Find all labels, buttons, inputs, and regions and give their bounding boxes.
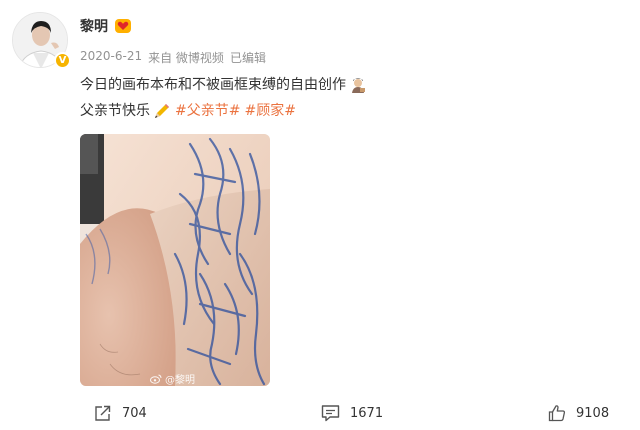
post-text-line2: 父亲节快乐 bbox=[80, 103, 150, 119]
like-button[interactable]: 9108 bbox=[548, 400, 609, 426]
hashtag-fathers-day[interactable]: #父亲节# bbox=[175, 98, 240, 124]
pencil-emoji-icon bbox=[155, 104, 169, 118]
photo-image bbox=[80, 134, 270, 386]
photo-watermark: @黎明 bbox=[150, 371, 195, 386]
watermark-text: @黎明 bbox=[165, 375, 195, 386]
post-meta: 2020-6-21 来自 微博视频 已编辑 bbox=[80, 49, 266, 66]
post-header: 黎明 bbox=[80, 15, 132, 37]
vip-heart-icon[interactable] bbox=[114, 18, 132, 34]
artist-emoji-icon bbox=[349, 76, 367, 94]
post-line-2: 父亲节快乐 #父亲节# #顾家# bbox=[80, 98, 367, 124]
action-bar: 704 1671 9108 bbox=[0, 400, 640, 430]
post-photo[interactable]: @黎明 bbox=[80, 134, 270, 386]
edited-label[interactable]: 已编辑 bbox=[230, 49, 266, 66]
hashtag-family[interactable]: #顾家# bbox=[244, 98, 295, 124]
weibo-logo-icon bbox=[150, 374, 162, 384]
comment-bubble-icon bbox=[321, 405, 340, 422]
share-arrow-icon bbox=[95, 405, 111, 421]
repost-button[interactable]: 704 bbox=[94, 400, 147, 426]
thumbs-up-icon bbox=[548, 405, 566, 422]
repost-count: 704 bbox=[122, 405, 147, 421]
post-date[interactable]: 2020-6-21 bbox=[80, 49, 142, 66]
post-body: 今日的画布本布和不被画框束缚的自由创作 父亲节快乐 #父亲节# #顾家# bbox=[80, 72, 367, 124]
post-source[interactable]: 来自 微博视频 bbox=[148, 49, 224, 66]
comment-count: 1671 bbox=[350, 405, 384, 421]
post-text-line1: 今日的画布本布和不被画框束缚的自由创作 bbox=[80, 77, 346, 93]
avatar-container[interactable]: V bbox=[12, 12, 71, 70]
comment-button[interactable]: 1671 bbox=[321, 400, 383, 426]
verified-badge-icon: V bbox=[54, 52, 71, 69]
post-line-1: 今日的画布本布和不被画框束缚的自由创作 bbox=[80, 72, 367, 98]
like-count: 9108 bbox=[576, 405, 610, 421]
username[interactable]: 黎明 bbox=[80, 16, 108, 36]
